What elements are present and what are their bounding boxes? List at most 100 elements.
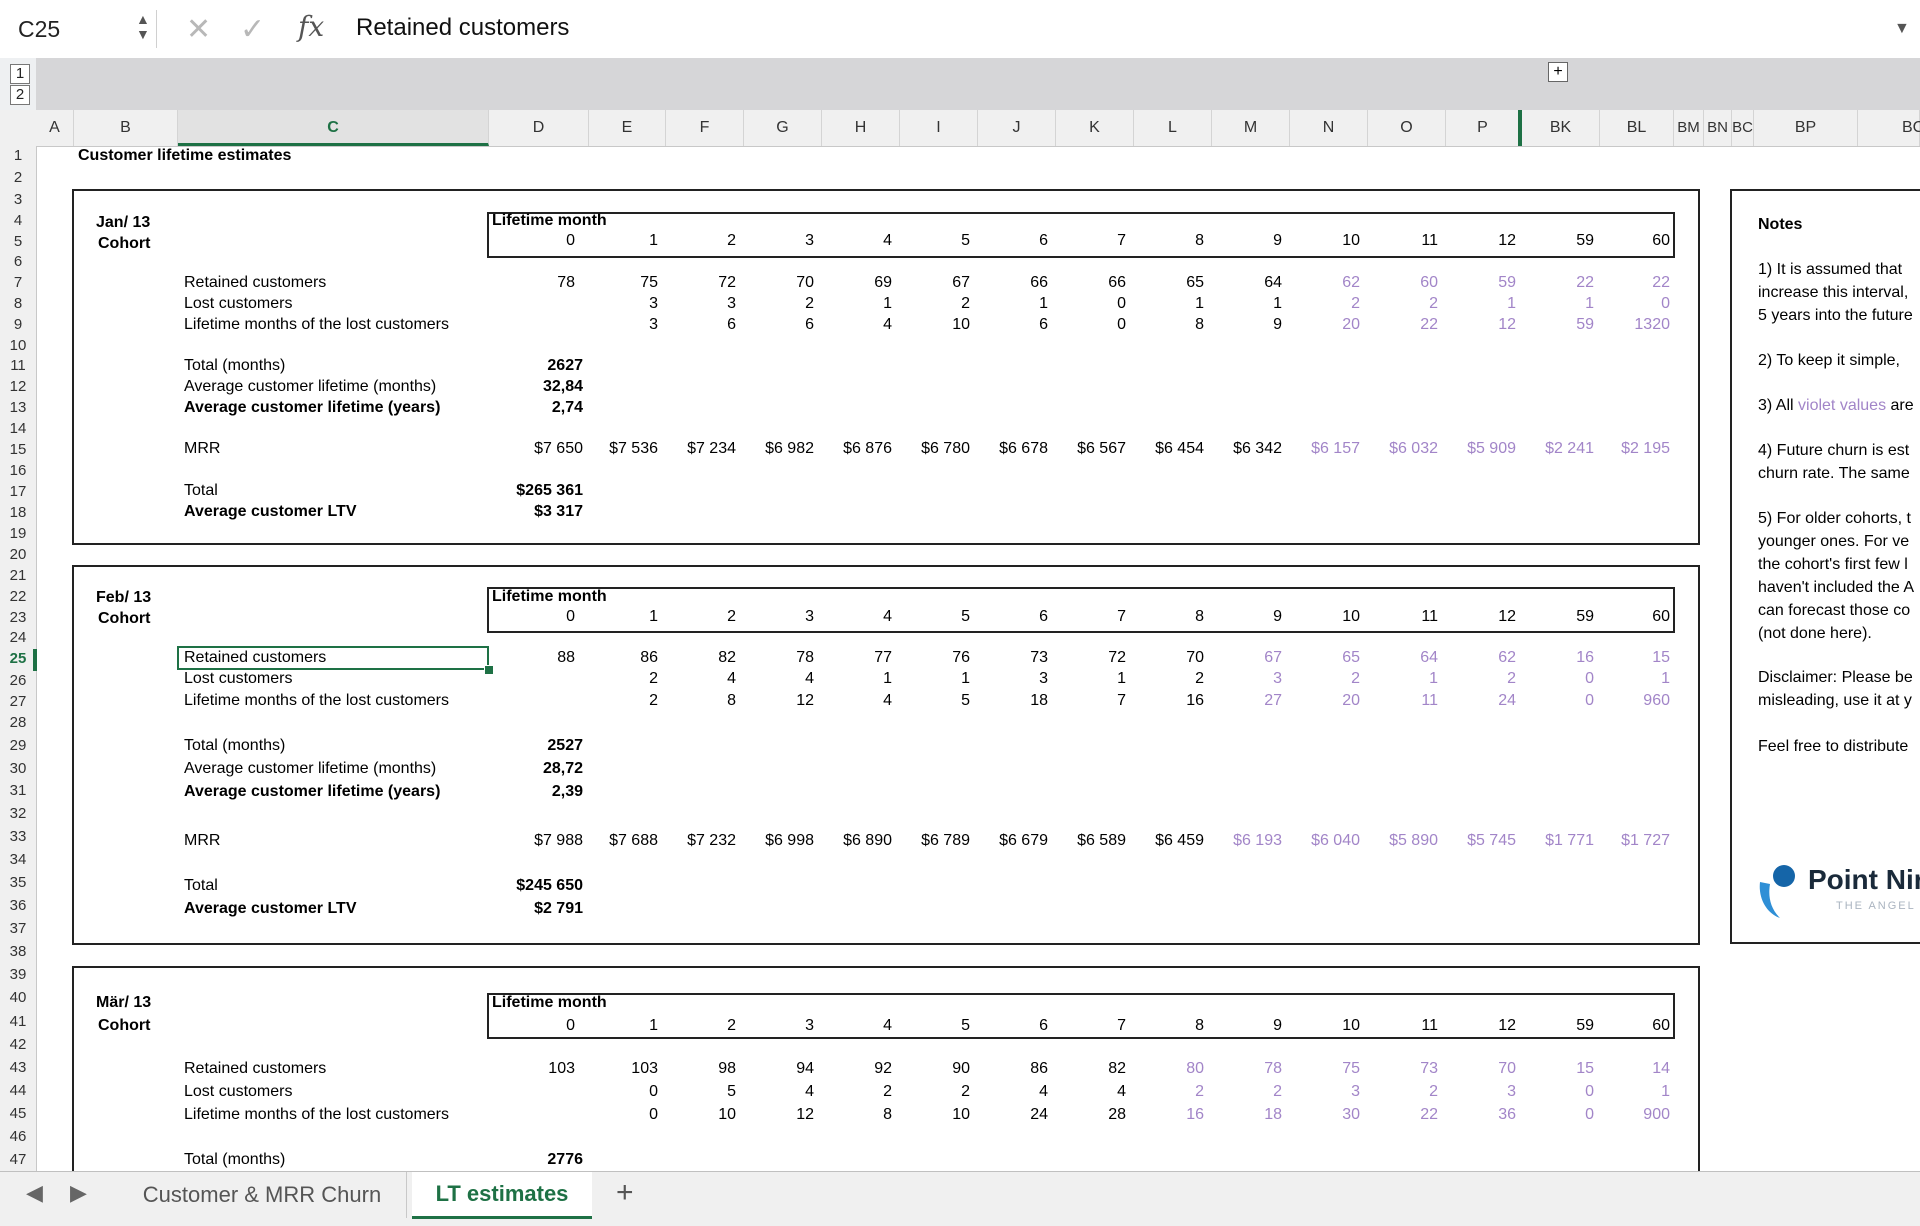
retained-value[interactable]: 70	[1498, 1060, 1516, 1078]
lifetime-lost-label[interactable]: Lifetime months of the lost customers	[184, 692, 449, 710]
retained-value[interactable]: 64	[1420, 649, 1438, 667]
avg-ltv-value[interactable]: $3 317	[534, 503, 583, 521]
month-header[interactable]: 8	[1195, 1017, 1204, 1035]
avg-lifetime-months-label[interactable]: Average customer lifetime (months)	[184, 760, 436, 778]
lifetime-value[interactable]: 4	[883, 316, 892, 334]
lifetime-value[interactable]: 6	[805, 316, 814, 334]
retained-value[interactable]: 70	[796, 274, 814, 292]
lifetime-value[interactable]: 27	[1264, 692, 1282, 710]
lost-label[interactable]: Lost customers	[184, 1083, 292, 1101]
retained-value[interactable]: 65	[1186, 274, 1204, 292]
month-header[interactable]: 7	[1117, 232, 1126, 250]
retained-value[interactable]: 14	[1652, 1060, 1670, 1078]
retained-value[interactable]: 67	[1264, 649, 1282, 667]
lifetime-value[interactable]: 0	[1585, 1106, 1594, 1124]
retained-value[interactable]: 78	[557, 274, 575, 292]
lifetime-value[interactable]: 12	[796, 692, 814, 710]
month-header[interactable]: 0	[566, 1017, 575, 1035]
retained-value[interactable]: 73	[1030, 649, 1048, 667]
column-header-k[interactable]: K	[1056, 110, 1134, 146]
month-header[interactable]: 5	[961, 1017, 970, 1035]
outline-level-2-button[interactable]: 2	[10, 85, 30, 105]
column-header-d[interactable]: D	[489, 110, 589, 146]
total-months-value[interactable]: 2627	[547, 357, 583, 375]
mrr-value[interactable]: $6 876	[843, 440, 892, 458]
retained-value[interactable]: 67	[952, 274, 970, 292]
row-header-44[interactable]: 44	[0, 1082, 36, 1099]
avg-ltv-label[interactable]: Average customer LTV	[184, 503, 357, 521]
total-value[interactable]: $245 650	[516, 877, 583, 895]
lifetime-value[interactable]: 7	[1117, 692, 1126, 710]
column-header-h[interactable]: H	[822, 110, 900, 146]
month-header[interactable]: 9	[1273, 1017, 1282, 1035]
lost-value[interactable]: 3	[1351, 1083, 1360, 1101]
row-header-38[interactable]: 38	[0, 943, 36, 960]
row-header-2[interactable]: 2	[0, 169, 36, 186]
lost-value[interactable]: 1	[1039, 295, 1048, 313]
column-header-l[interactable]: L	[1134, 110, 1212, 146]
lifetime-value[interactable]: 18	[1030, 692, 1048, 710]
month-header[interactable]: 5	[961, 608, 970, 626]
row-header-37[interactable]: 37	[0, 920, 36, 937]
lost-value[interactable]: 2	[1429, 295, 1438, 313]
lost-value[interactable]: 2	[1429, 1083, 1438, 1101]
lifetime-value[interactable]: 8	[727, 692, 736, 710]
retained-label[interactable]: Retained customers	[184, 274, 326, 292]
retained-value[interactable]: 60	[1420, 274, 1438, 292]
retained-value[interactable]: 64	[1264, 274, 1282, 292]
row-header-26[interactable]: 26	[0, 672, 36, 689]
column-header-g[interactable]: G	[744, 110, 822, 146]
name-box[interactable]: C25 ▲ ▼	[6, 10, 157, 48]
mrr-value[interactable]: $6 678	[999, 440, 1048, 458]
lost-value[interactable]: 2	[805, 295, 814, 313]
lost-value[interactable]: 2	[1351, 670, 1360, 688]
column-header-o[interactable]: O	[1368, 110, 1446, 146]
row-header-18[interactable]: 18	[0, 504, 36, 521]
lifetime-value[interactable]: 4	[883, 692, 892, 710]
month-header[interactable]: 60	[1652, 608, 1670, 626]
tab-next-icon[interactable]: ▶	[70, 1180, 87, 1206]
row-header-6[interactable]: 6	[0, 253, 36, 270]
cohort-subtitle[interactable]: Cohort	[98, 1017, 150, 1035]
column-header-j[interactable]: J	[978, 110, 1056, 146]
fill-handle[interactable]	[484, 665, 494, 675]
lifetime-month-label[interactable]: Lifetime month	[492, 588, 607, 606]
row-header-39[interactable]: 39	[0, 966, 36, 983]
mrr-value[interactable]: $6 982	[765, 440, 814, 458]
lost-value[interactable]: 4	[805, 670, 814, 688]
row-header-3[interactable]: 3	[0, 191, 36, 208]
row-header-32[interactable]: 32	[0, 805, 36, 822]
lifetime-value[interactable]: 16	[1186, 1106, 1204, 1124]
month-header[interactable]: 1	[649, 1017, 658, 1035]
month-header[interactable]: 2	[727, 232, 736, 250]
lost-value[interactable]: 5	[727, 1083, 736, 1101]
retained-value[interactable]: 103	[548, 1060, 575, 1078]
retained-value[interactable]: 22	[1576, 274, 1594, 292]
month-header[interactable]: 11	[1421, 232, 1438, 250]
lifetime-value[interactable]: 10	[952, 1106, 970, 1124]
month-header[interactable]: 7	[1117, 608, 1126, 626]
month-header[interactable]: 1	[649, 232, 658, 250]
month-header[interactable]: 8	[1195, 608, 1204, 626]
row-header-36[interactable]: 36	[0, 897, 36, 914]
lifetime-value[interactable]: 12	[1498, 316, 1516, 334]
mrr-value[interactable]: $6 342	[1233, 440, 1282, 458]
row-header-16[interactable]: 16	[0, 462, 36, 479]
lost-value[interactable]: 2	[1507, 670, 1516, 688]
month-header[interactable]: 2	[727, 1017, 736, 1035]
retained-value[interactable]: 94	[796, 1060, 814, 1078]
lost-value[interactable]: 2	[1195, 1083, 1204, 1101]
retained-value[interactable]: 62	[1498, 649, 1516, 667]
column-header-bo[interactable]: BC	[1732, 110, 1754, 146]
month-header[interactable]: 4	[883, 232, 892, 250]
cohort-label[interactable]: Mär/ 13	[96, 994, 151, 1012]
total-months-value[interactable]: 2527	[547, 737, 583, 755]
lost-value[interactable]: 1	[883, 295, 892, 313]
row-header-35[interactable]: 35	[0, 874, 36, 891]
lost-value[interactable]: 1	[1195, 295, 1204, 313]
column-header-bp[interactable]: BP	[1754, 110, 1858, 146]
month-header[interactable]: 12	[1498, 608, 1516, 626]
month-header[interactable]: 8	[1195, 232, 1204, 250]
retained-value[interactable]: 72	[718, 274, 736, 292]
retained-value[interactable]: 69	[874, 274, 892, 292]
